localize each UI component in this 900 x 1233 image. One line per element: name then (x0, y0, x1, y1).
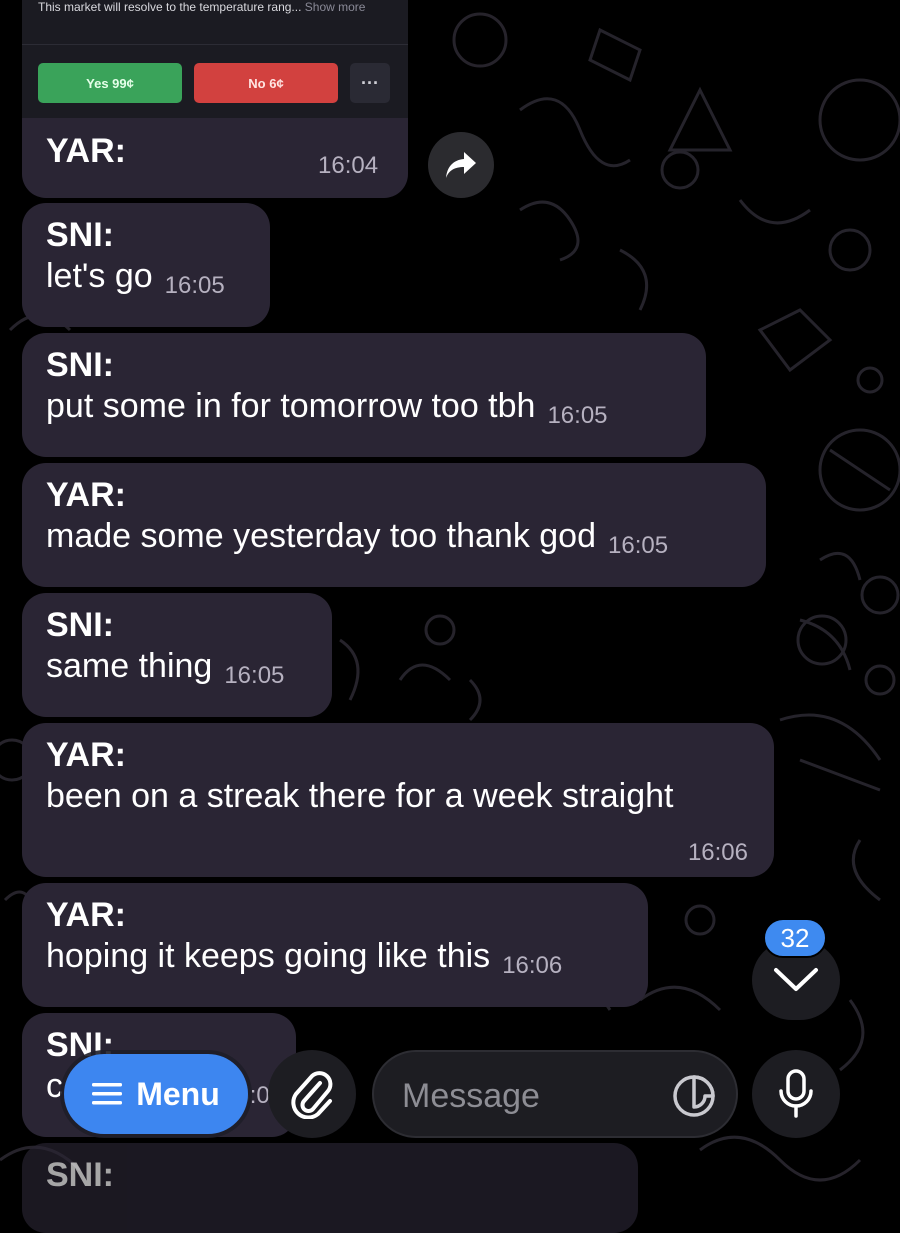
message-sender: YAR: (46, 476, 126, 514)
message-sender: SNI: (46, 1156, 114, 1194)
message-bubble[interactable]: SNI: (22, 1143, 638, 1233)
message-time: 16:05 (547, 402, 608, 429)
message-time: 16:06 (502, 952, 563, 979)
sticker-icon[interactable] (672, 1074, 716, 1118)
message-time: 16:05 (224, 662, 285, 689)
message-time: 16:05 (608, 532, 669, 559)
microphone-button[interactable] (752, 1050, 840, 1138)
attach-button[interactable] (268, 1050, 356, 1138)
more-options-button[interactable]: ··· (350, 63, 390, 103)
yes-button[interactable]: Yes 99¢ (38, 63, 182, 103)
message-text-content: hoping it keeps going like this (46, 937, 491, 975)
message-time: 16:04 (318, 152, 379, 179)
message-sender: SNI: (46, 346, 114, 384)
menu-label: Menu (136, 1075, 220, 1112)
message-bubble[interactable]: SNI: same thing 16:05 (22, 593, 332, 717)
message-time: 16:06 (687, 839, 748, 866)
message-sender: YAR: (46, 896, 126, 934)
paperclip-icon (291, 1071, 333, 1119)
chat-area: This market will resolve to the temperat… (0, 0, 900, 1233)
message-text: let's go 16:05 (46, 255, 246, 301)
message-time: 16:05 (164, 272, 225, 299)
market-description: This market will resolve to the temperat… (38, 0, 365, 14)
message-text: hoping it keeps going like this 16:06 (46, 935, 624, 981)
message-bubble[interactable]: SNI: put some in for tomorrow too tbh 16:… (22, 333, 706, 457)
composer-bar: Menu (0, 1040, 900, 1140)
chevron-down-icon (774, 968, 818, 991)
message-text-content: put some in for tomorrow too tbh (46, 387, 536, 425)
show-more-link[interactable]: Show more (305, 0, 366, 14)
market-preview: This market will resolve to the temperat… (22, 0, 408, 118)
forwarded-market-card[interactable]: This market will resolve to the temperat… (22, 0, 408, 198)
message-sender: SNI: (46, 216, 114, 254)
hamburger-icon (92, 1083, 123, 1105)
message-bubble[interactable]: SNI: let's go 16:05 (22, 203, 270, 327)
forward-icon (446, 152, 476, 178)
message-input[interactable] (400, 1070, 664, 1122)
divider (22, 44, 408, 45)
unread-count-badge: 32 (763, 918, 827, 958)
message-bubble[interactable]: YAR: hoping it keeps going like this 16:0… (22, 883, 648, 1007)
message-text: put some in for tomorrow too tbh 16:05 (46, 385, 682, 431)
message-text: same thing 16:05 (46, 645, 308, 691)
message-bubble[interactable]: YAR: been on a streak there for a week s… (22, 723, 774, 877)
message-sender: SNI: (46, 606, 114, 644)
forward-button[interactable] (428, 132, 494, 198)
message-sender: YAR: (46, 132, 126, 170)
microphone-icon (779, 1069, 813, 1118)
menu-button[interactable]: Menu (64, 1054, 248, 1134)
market-description-text: This market will resolve to the temperat… (38, 0, 302, 14)
message-text: made some yesterday too thank god 16:05 (46, 515, 742, 561)
message-input-wrapper (372, 1050, 738, 1138)
message-sender: YAR: (46, 736, 126, 774)
message-text-content: same thing (46, 647, 213, 685)
message-bubble[interactable]: YAR: made some yesterday too thank god 16… (22, 463, 766, 587)
message-text: been on a streak there for a week straig… (46, 777, 674, 815)
no-button[interactable]: No 6¢ (194, 63, 338, 103)
message-text-content: made some yesterday too thank god (46, 517, 596, 555)
message-text-content: let's go (46, 257, 153, 295)
